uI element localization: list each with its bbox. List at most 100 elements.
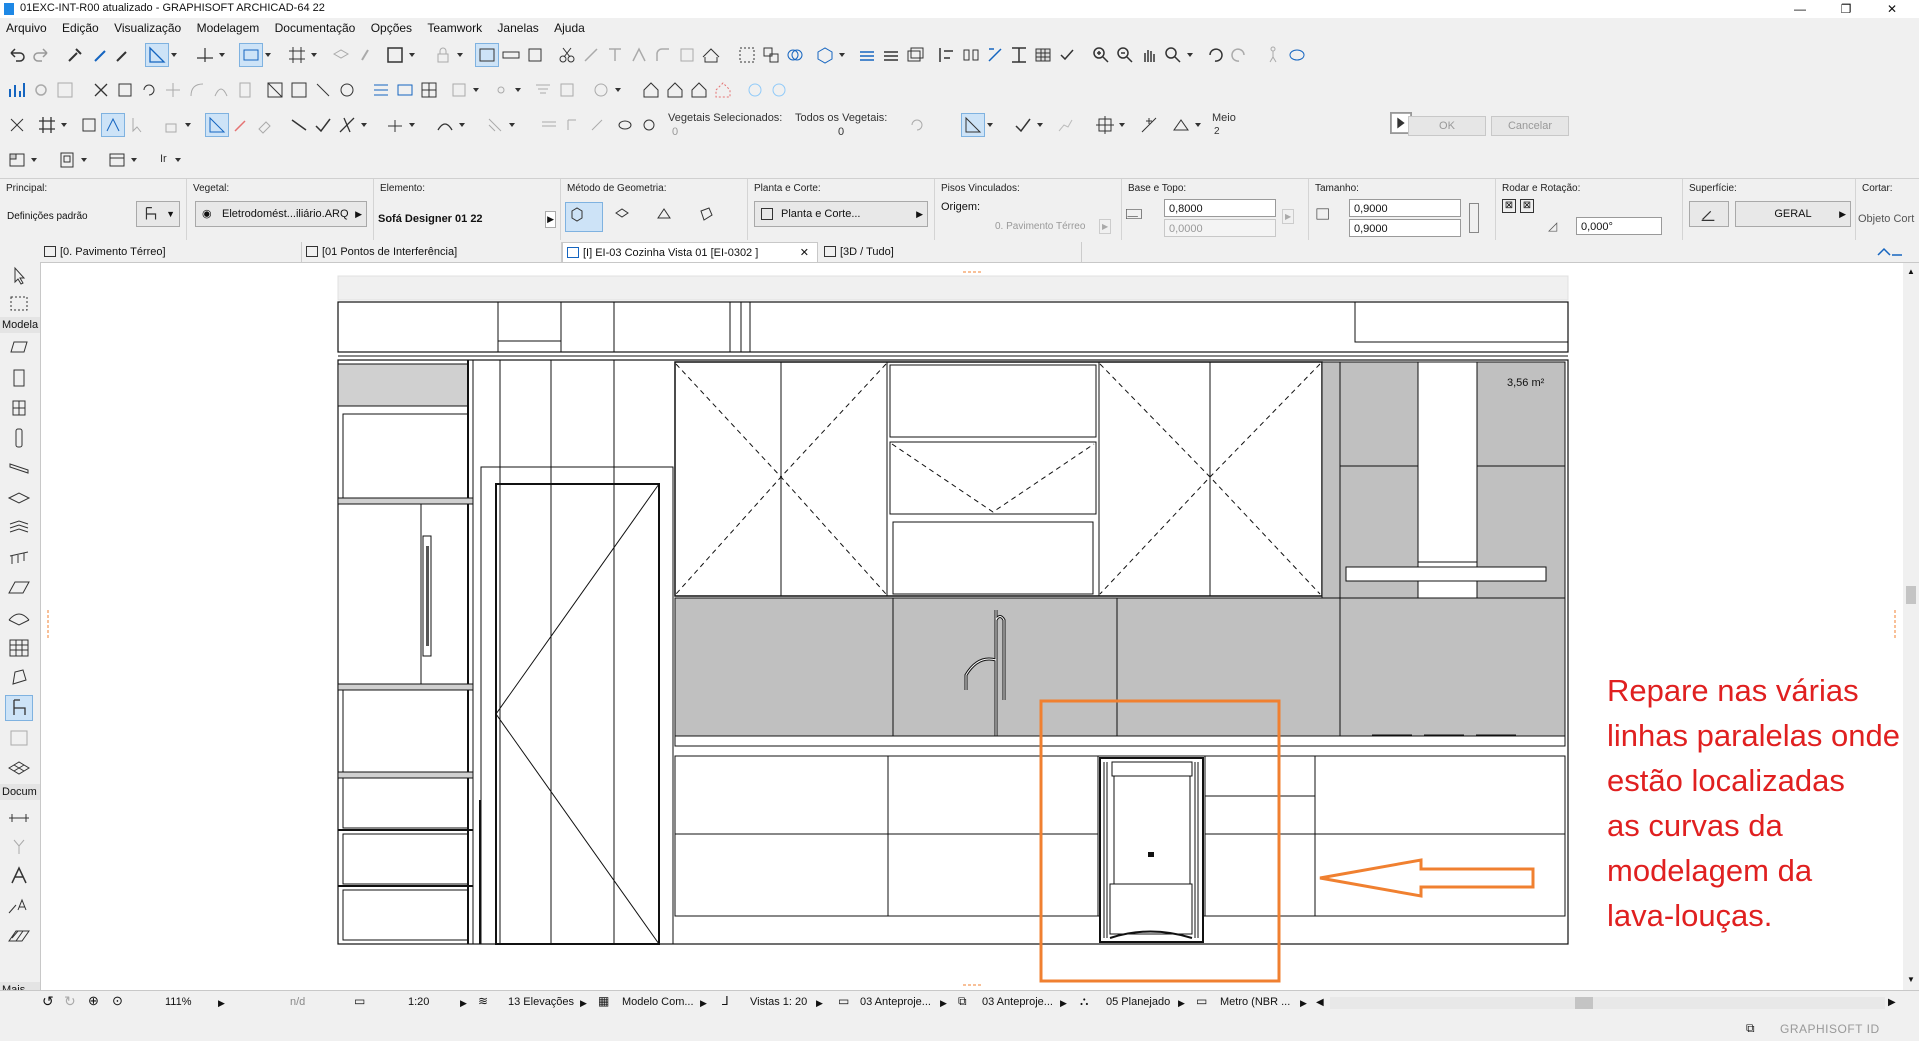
page-icon[interactable] <box>234 79 256 101</box>
view-map-dropdown[interactable] <box>30 149 38 171</box>
stair-tool-icon[interactable] <box>6 516 32 540</box>
house-edit-icon[interactable] <box>664 79 686 101</box>
layout-icon[interactable] <box>56 149 78 171</box>
cancel-button[interactable]: Cancelar <box>1491 116 1569 136</box>
elemento-value[interactable]: Sofá Designer 01 22 <box>378 213 483 225</box>
planta-corte-button[interactable]: Planta e Corte... ▶ <box>754 201 928 227</box>
rotation-field[interactable]: 0,000° <box>1576 217 1662 235</box>
scale-value[interactable]: 1:20 <box>408 996 429 1008</box>
dimension-standard[interactable]: Metro (NBR ... <box>1220 996 1290 1008</box>
distribute-icon[interactable] <box>960 44 982 66</box>
trim-icon[interactable] <box>90 79 112 101</box>
line-tool-icon[interactable] <box>288 114 310 136</box>
grid-options-icon[interactable] <box>78 114 100 136</box>
slab-tool-icon[interactable] <box>6 486 32 510</box>
horizontal-scroll-thumb[interactable] <box>1575 997 1593 1009</box>
level-dimension-tool-icon[interactable] <box>6 834 32 858</box>
cross-angle-dropdown[interactable] <box>360 114 368 136</box>
principal-picker[interactable]: ▼ <box>136 201 180 227</box>
pen-arrow-icon[interactable]: ▶ <box>816 998 823 1009</box>
zoom-arrow-icon[interactable]: ▶ <box>218 998 225 1009</box>
snap-reference-dropdown[interactable] <box>986 114 994 136</box>
node-dropdown[interactable] <box>514 79 522 101</box>
menu-modelagem[interactable]: Modelagem <box>191 18 266 35</box>
walk-icon[interactable] <box>1262 44 1284 66</box>
renovation-filter[interactable]: 03 Anteproje... <box>982 996 1053 1008</box>
view-map-icon[interactable] <box>6 149 28 171</box>
pick-up-parameters-icon[interactable] <box>64 44 86 66</box>
tab-overflow-icon[interactable] <box>1876 243 1906 259</box>
zoom-level[interactable]: 111% <box>165 996 192 1008</box>
split-icon[interactable] <box>580 44 602 66</box>
scroll-up-icon[interactable]: ▲ <box>1907 267 1915 276</box>
roof-tool-icon[interactable] <box>6 576 32 600</box>
scroll-left-icon[interactable]: ◀ <box>1316 997 1324 1008</box>
stack-down-icon[interactable] <box>880 44 902 66</box>
tab-close-icon[interactable]: ✕ <box>800 243 809 263</box>
zoom-fit-icon[interactable]: ⊙ <box>112 993 123 1009</box>
scroll-down-icon[interactable]: ▼ <box>1907 975 1915 984</box>
scroll-right-icon[interactable]: ▶ <box>1888 997 1896 1008</box>
stack-up-icon[interactable] <box>856 44 878 66</box>
scale-arrow-icon[interactable]: ▶ <box>460 998 467 1009</box>
menu-teamwork[interactable]: Teamwork <box>421 18 488 35</box>
column-tool-icon[interactable] <box>6 426 32 450</box>
polygon-icon[interactable] <box>448 79 470 101</box>
fill-dropdown[interactable] <box>508 114 516 136</box>
confirm-dropdown[interactable] <box>1036 114 1044 136</box>
mesh-tool-icon[interactable] <box>6 756 32 780</box>
cross-angle-icon[interactable] <box>336 114 358 136</box>
menu-visualizacao[interactable]: Visualização <box>108 18 187 35</box>
horizontal-scrollbar[interactable] <box>1330 997 1885 1009</box>
label-tool-icon[interactable] <box>6 894 32 918</box>
tag-icon[interactable] <box>586 114 608 136</box>
vegetation-select-icon[interactable] <box>614 114 636 136</box>
geometry-method-box-icon[interactable] <box>565 202 603 232</box>
grid-dropdown[interactable] <box>60 114 68 136</box>
arc-icon[interactable] <box>210 79 232 101</box>
stretch-icon[interactable] <box>394 79 416 101</box>
zoom-in-status-icon[interactable]: ⊕ <box>88 993 99 1009</box>
length-field[interactable]: 0,9000 <box>1349 219 1461 237</box>
topo-height-field[interactable]: 0,0000 <box>1164 219 1276 237</box>
minimize-button[interactable]: — <box>1777 0 1823 18</box>
check-line-icon[interactable] <box>312 114 334 136</box>
grid-snap-dropdown[interactable] <box>310 44 318 66</box>
section-icon[interactable] <box>590 79 612 101</box>
previous-zoom-icon[interactable] <box>1204 44 1226 66</box>
measure-mode-dropdown[interactable] <box>1194 114 1202 136</box>
beam-tool-icon[interactable] <box>6 456 32 480</box>
spline-icon[interactable] <box>434 114 456 136</box>
house-icon[interactable] <box>640 79 662 101</box>
grid-snap-icon[interactable] <box>286 44 308 66</box>
snap-reference-icon[interactable] <box>961 113 985 137</box>
toolbox-documentacao-header[interactable]: Docum <box>0 784 40 800</box>
toolbox-modelagem-header[interactable]: Modela <box>0 317 40 333</box>
menu-janelas[interactable]: Janelas <box>491 18 544 35</box>
sparkle-icon[interactable] <box>1138 114 1160 136</box>
link-chain-icon[interactable] <box>1469 203 1479 233</box>
lock-icon[interactable] <box>432 44 454 66</box>
base-height-field[interactable]: 0,8000 <box>1164 199 1276 217</box>
snap-points-dropdown[interactable] <box>1118 114 1126 136</box>
ungroup-icon[interactable] <box>760 44 782 66</box>
frame-icon[interactable] <box>384 44 406 66</box>
angle-icon[interactable] <box>6 114 28 136</box>
snap-points-icon[interactable] <box>1094 114 1116 136</box>
snap-cursor-icon[interactable] <box>101 113 125 137</box>
shape-icon[interactable] <box>556 79 578 101</box>
surface-picker[interactable]: GERAL ▶ <box>1735 201 1851 227</box>
model-arrow-icon[interactable]: ▶ <box>700 998 707 1009</box>
renovation-icon[interactable] <box>1056 44 1078 66</box>
inject-parameters-icon[interactable] <box>90 44 112 66</box>
layer-combination[interactable]: 13 Elevações <box>508 996 574 1008</box>
wall-tool-icon[interactable] <box>6 336 32 360</box>
rotate-icon[interactable] <box>138 79 160 101</box>
eraser-icon[interactable] <box>254 114 276 136</box>
zoom-options-icon[interactable] <box>1162 44 1184 66</box>
suspend-groups-dropdown[interactable] <box>264 44 272 66</box>
render-settings-icon[interactable] <box>768 79 790 101</box>
drag-icon[interactable] <box>162 79 184 101</box>
scroll-thumb[interactable] <box>1906 586 1916 604</box>
tab-pavimento-terreo[interactable]: [0. Pavimento Térreo] <box>40 242 302 262</box>
